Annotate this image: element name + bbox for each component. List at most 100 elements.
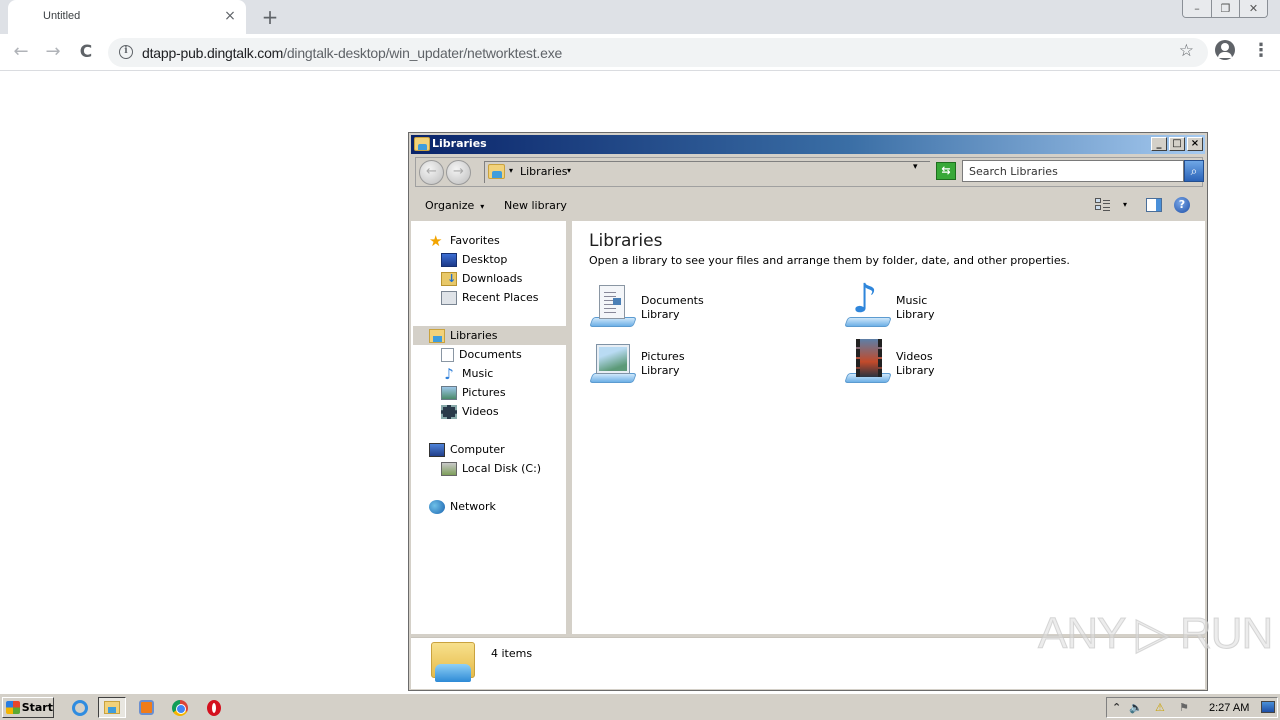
back-button[interactable]: ← [9, 40, 33, 64]
page-description: Open a library to see your files and arr… [589, 254, 1070, 267]
volume-icon[interactable]: 🔈 [1129, 701, 1143, 714]
bookmark-star-icon[interactable]: ☆ [1179, 41, 1194, 61]
restore-button[interactable]: ❐ [1211, 0, 1239, 17]
libraries-icon [429, 328, 445, 343]
library-kind: Library [641, 364, 680, 377]
nav-label: Downloads [462, 272, 523, 285]
new-library-button[interactable]: New library [504, 199, 567, 212]
forward-button[interactable]: → [446, 160, 471, 185]
show-hidden-icons-icon[interactable]: ⌃ [1112, 701, 1121, 714]
show-desktop-icon[interactable] [1261, 701, 1275, 713]
nav-favorites[interactable]: ★ Favorites [429, 231, 500, 250]
address-dropdown-icon[interactable]: ▾ [913, 162, 918, 172]
nav-videos[interactable]: Videos [441, 402, 499, 421]
url-text[interactable]: dtapp-pub.dingtalk.com/dingtalk-desktop/… [142, 45, 562, 61]
music-icon: ♪ [444, 364, 454, 383]
close-button[interactable]: × [1187, 137, 1203, 151]
star-icon: ★ [429, 231, 443, 250]
browser-tab[interactable]: Untitled × [8, 0, 246, 34]
refresh-button[interactable]: ⇆ [936, 162, 956, 180]
library-tile-music[interactable]: ♪ Music Library [844, 277, 1064, 333]
chrome-icon [172, 699, 188, 716]
back-button[interactable]: ← [419, 160, 444, 185]
start-label: Start [21, 701, 53, 714]
reload-button[interactable]: C [74, 40, 98, 64]
taskbar-media-player[interactable] [132, 697, 160, 718]
breadcrumb-arrow-icon[interactable]: ▾ [567, 166, 571, 175]
search-button[interactable]: ⌕ [1184, 160, 1204, 182]
library-tile-documents[interactable]: Documents Library [589, 283, 809, 333]
nav-pictures[interactable]: Pictures [441, 383, 506, 402]
pictures-icon [441, 385, 457, 400]
view-options-dropdown-icon[interactable]: ▾ [1123, 200, 1127, 209]
nav-network[interactable]: Network [429, 497, 496, 516]
minimize-button[interactable]: _ [1151, 137, 1167, 151]
profile-avatar-icon[interactable] [1215, 40, 1235, 60]
tab-close-icon[interactable]: × [222, 8, 238, 24]
search-input[interactable]: Search Libraries [962, 160, 1184, 182]
nav-documents[interactable]: Documents [441, 345, 522, 364]
videos-icon [441, 404, 457, 419]
anyrun-watermark: ANY ▷ RUN [1037, 609, 1273, 659]
organize-button[interactable]: Organize ▾ [425, 199, 484, 212]
change-view-icon[interactable] [1095, 198, 1111, 212]
windows-logo-icon [6, 701, 20, 714]
computer-icon [429, 442, 445, 457]
nav-music[interactable]: ♪ Music [441, 364, 493, 383]
nav-label: Documents [459, 348, 522, 361]
browser-menu-icon[interactable]: ⋮ [1252, 40, 1270, 64]
library-tile-pictures[interactable]: Pictures Library [589, 339, 809, 389]
clock[interactable]: 2:27 AM [1209, 702, 1249, 714]
nav-desktop[interactable]: Desktop [441, 250, 507, 269]
info-icon[interactable]: i [119, 45, 133, 59]
window-title: Libraries [432, 137, 487, 150]
minimize-button[interactable]: – [1183, 0, 1211, 17]
preview-pane-icon[interactable] [1146, 198, 1162, 212]
nav-computer[interactable]: Computer [429, 440, 505, 459]
documents-icon [441, 347, 454, 362]
library-kind: Library [896, 364, 935, 377]
browser-tabstrip: Untitled × + – ❐ ✕ [0, 0, 1280, 34]
breadcrumb-arrow-icon[interactable]: ▾ [509, 166, 513, 175]
network-warning-icon[interactable]: ⚠ [1155, 701, 1165, 714]
downloads-icon [441, 271, 457, 286]
windows-explorer-icon [104, 701, 120, 714]
taskbar-explorer[interactable] [98, 697, 126, 718]
nav-label: Computer [450, 443, 505, 456]
nav-recent-places[interactable]: Recent Places [441, 288, 539, 307]
chevron-down-icon: ▾ [480, 202, 485, 211]
item-count: 4 items [491, 647, 533, 660]
help-icon[interactable]: ? [1174, 197, 1190, 213]
url-host: dtapp-pub.dingtalk.com [142, 45, 284, 61]
recent-places-icon [441, 290, 457, 305]
library-name: Videos [896, 350, 933, 363]
breadcrumb[interactable]: ▾ Libraries ▾ [484, 161, 930, 183]
browser-window-controls: – ❐ ✕ [1182, 0, 1268, 18]
pictures-library-icon [589, 339, 637, 387]
forward-button[interactable]: → [41, 40, 65, 64]
action-center-flag-icon[interactable]: ⚑ [1179, 701, 1189, 714]
taskbar-ie[interactable] [66, 697, 94, 718]
browser-toolbar: ← → C i dtapp-pub.dingtalk.com/dingtalk-… [0, 34, 1280, 71]
navigation-pane: ★ Favorites Desktop Downloads Recent Plac… [411, 221, 569, 634]
taskbar-chrome[interactable] [166, 697, 194, 718]
close-button[interactable]: ✕ [1239, 0, 1267, 17]
network-icon [429, 499, 445, 514]
library-tile-videos[interactable]: Videos Library [844, 339, 1064, 389]
explorer-address-bar: ← → ▾ Libraries ▾ ▾ ⇆ Search Libraries ⌕ [415, 157, 1204, 187]
taskbar-opera[interactable] [200, 697, 228, 718]
nav-downloads[interactable]: Downloads [441, 269, 522, 288]
nav-label: Local Disk (C:) [462, 462, 542, 475]
breadcrumb-libraries[interactable]: Libraries [520, 165, 568, 178]
new-tab-button[interactable]: + [258, 6, 282, 30]
videos-library-icon [844, 339, 892, 387]
nav-label: Network [450, 500, 496, 513]
notification-area: ⌃ 🔈 ⚠ ⚑ 2:27 AM [1106, 697, 1278, 718]
nav-libraries[interactable]: Libraries [413, 326, 567, 345]
start-button[interactable]: Start [2, 697, 54, 718]
library-name: Pictures [641, 350, 685, 363]
maximize-button[interactable]: □ [1169, 137, 1185, 151]
nav-local-disk[interactable]: Local Disk (C:) [441, 459, 541, 478]
address-bar[interactable]: i dtapp-pub.dingtalk.com/dingtalk-deskto… [108, 38, 1208, 67]
explorer-titlebar[interactable]: Libraries _ □ × [411, 135, 1205, 154]
